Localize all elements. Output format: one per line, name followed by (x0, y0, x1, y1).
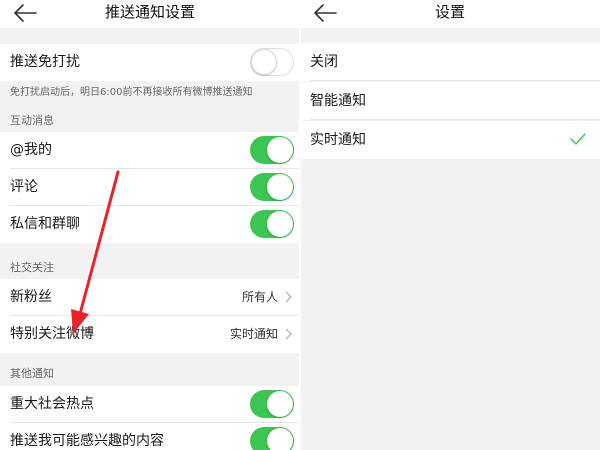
settings-option-screen: 设置 关闭 智能通知 实时通知 (300, 0, 600, 450)
hot-events-toggle[interactable] (250, 390, 294, 418)
option-label: 智能通知 (310, 93, 366, 109)
dnd-toggle[interactable] (250, 48, 294, 76)
chevron-right-icon (285, 291, 292, 303)
toggle-knob (267, 211, 293, 237)
checkmark-icon (570, 133, 586, 145)
row-comments[interactable]: 评论 (0, 169, 300, 206)
interests-toggle[interactable] (250, 427, 294, 450)
toggle-knob (267, 137, 293, 163)
row-special-follow[interactable]: 特别关注微博 实时通知 (0, 316, 300, 353)
option-smart[interactable]: 智能通知 (300, 82, 600, 120)
push-notification-settings-screen: 推送通知设置 推送免打扰 免打扰启动后，明日6:00前不再接收所有微博推送通知 … (0, 0, 300, 450)
row-label: 推送我可能感兴趣的内容 (10, 433, 164, 449)
row-label: 新粉丝 (10, 289, 52, 305)
toggle-knob (267, 174, 293, 200)
section-header-other: 其他通知 (10, 367, 54, 380)
page-title: 设置 (434, 3, 465, 21)
messages-toggle[interactable] (250, 210, 294, 238)
section-header-social: 社交关注 (10, 261, 54, 274)
row-interests[interactable]: 推送我可能感兴趣的内容 (0, 423, 300, 450)
section-header-interaction: 互动消息 (10, 114, 54, 127)
chevron-right-icon (285, 328, 292, 340)
row-label: @我的 (10, 142, 52, 158)
dnd-note: 免打扰启动后，明日6:00前不再接收所有微博推送通知 (10, 87, 253, 98)
option-realtime[interactable]: 实时通知 (300, 121, 600, 159)
row-hot-events[interactable]: 重大社会热点 (0, 386, 300, 423)
row-new-fans[interactable]: 新粉丝 所有人 (0, 279, 300, 316)
top-bar: 推送通知设置 (0, 0, 300, 28)
page-title: 推送通知设置 (104, 3, 195, 21)
mentions-toggle[interactable] (250, 136, 294, 164)
dnd-label: 推送免打扰 (10, 54, 80, 70)
top-bar: 设置 (300, 0, 600, 28)
row-messages[interactable]: 私信和群聊 (0, 206, 300, 243)
row-label: 重大社会热点 (10, 396, 94, 412)
row-label: 特别关注微博 (10, 326, 94, 342)
toggle-knob (251, 49, 277, 75)
option-label: 关闭 (310, 54, 338, 70)
screen-divider (299, 0, 301, 450)
row-mentions[interactable]: @我的 (0, 132, 300, 169)
row-label: 评论 (10, 179, 38, 195)
option-label: 实时通知 (310, 132, 366, 148)
dnd-row[interactable]: 推送免打扰 (0, 44, 300, 81)
toggle-knob (267, 391, 293, 417)
option-off[interactable]: 关闭 (300, 43, 600, 81)
row-value: 实时通知 (229, 327, 278, 341)
row-label: 私信和群聊 (10, 216, 80, 232)
comments-toggle[interactable] (250, 173, 294, 201)
toggle-knob (267, 428, 293, 450)
row-value: 所有人 (241, 290, 278, 304)
